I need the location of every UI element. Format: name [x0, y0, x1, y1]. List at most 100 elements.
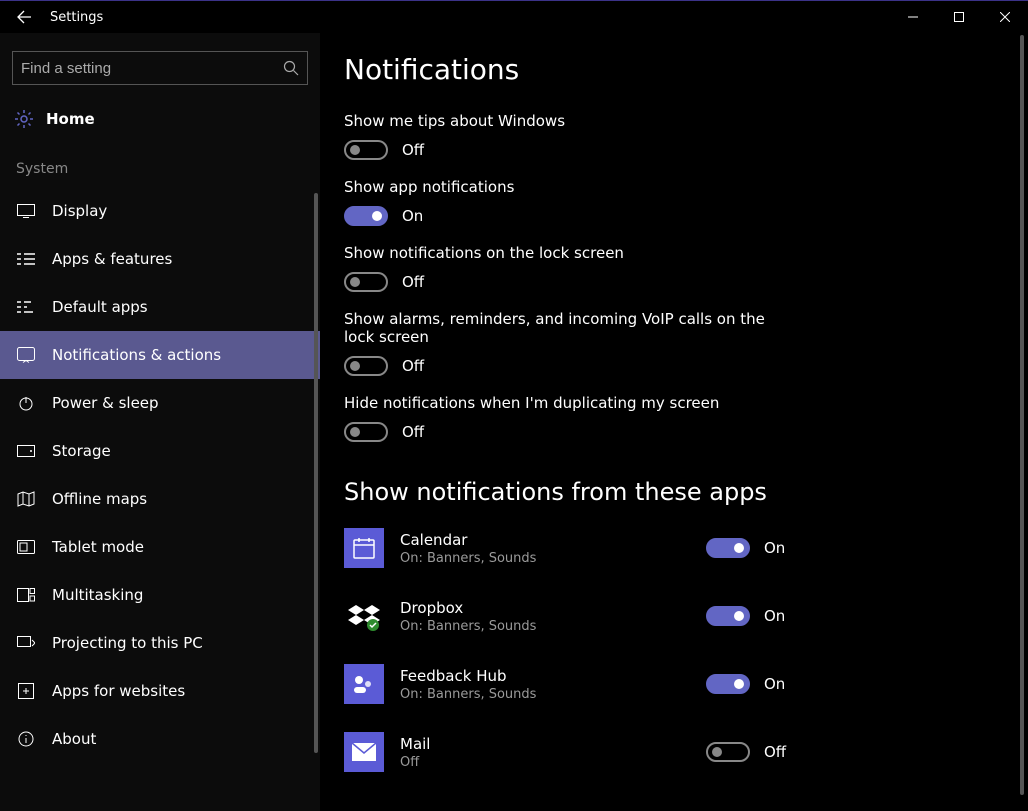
sidebar-item-label: Default apps: [52, 298, 148, 316]
setting-hide-duplicating: Hide notifications when I'm duplicating …: [344, 394, 988, 442]
sidebar-item-power-sleep[interactable]: Power & sleep: [0, 379, 320, 427]
sidebar-item-label: Projecting to this PC: [52, 634, 203, 652]
apps-features-icon: [16, 252, 36, 266]
gear-icon: [14, 109, 34, 129]
toggle-state: On: [764, 675, 785, 693]
sidebar-item-label: Apps for websites: [52, 682, 185, 700]
toggle-state: On: [764, 607, 785, 625]
toggle-state: Off: [402, 357, 424, 375]
search-box[interactable]: [12, 51, 308, 85]
arrow-left-icon: [16, 9, 32, 25]
dropbox-icon: [344, 596, 384, 636]
minimize-icon: [908, 12, 918, 22]
toggle-app-notifications[interactable]: [344, 206, 388, 226]
setting-label: Show app notifications: [344, 178, 774, 196]
maximize-button[interactable]: [936, 1, 982, 33]
main-panel: Notifications Show me tips about Windows…: [320, 33, 1028, 811]
minimize-button[interactable]: [890, 1, 936, 33]
toggle-state: Off: [402, 273, 424, 291]
sidebar: Home System Display Apps & features Defa…: [0, 33, 320, 811]
setting-label: Hide notifications when I'm duplicating …: [344, 394, 774, 412]
toggle-lock-screen[interactable]: [344, 272, 388, 292]
apps-websites-icon: [16, 683, 36, 699]
setting-tips: Show me tips about Windows Off: [344, 112, 988, 160]
main-scrollbar[interactable]: [1020, 35, 1024, 795]
app-sub: Off: [400, 755, 690, 770]
app-item-mail[interactable]: Mail Off Off: [344, 732, 988, 772]
close-icon: [1000, 12, 1010, 22]
mail-icon: [344, 732, 384, 772]
default-apps-icon: [16, 300, 36, 314]
app-name: Calendar: [400, 531, 690, 549]
app-sub: On: Banners, Sounds: [400, 551, 690, 566]
sidebar-item-apps-features[interactable]: Apps & features: [0, 235, 320, 283]
toggle-state: Off: [764, 743, 786, 761]
sidebar-item-projecting[interactable]: Projecting to this PC: [0, 619, 320, 667]
sidebar-item-offline-maps[interactable]: Offline maps: [0, 475, 320, 523]
toggle-state: Off: [402, 423, 424, 441]
title-bar: Settings: [0, 1, 1028, 33]
display-icon: [16, 204, 36, 218]
app-item-dropbox[interactable]: Dropbox On: Banners, Sounds On: [344, 596, 988, 636]
section-label: System: [0, 141, 320, 187]
sidebar-item-label: Offline maps: [52, 490, 147, 508]
toggle-tips[interactable]: [344, 140, 388, 160]
app-name: Mail: [400, 735, 690, 753]
app-name: Feedback Hub: [400, 667, 690, 685]
setting-label: Show notifications on the lock screen: [344, 244, 774, 262]
setting-label: Show alarms, reminders, and incoming VoI…: [344, 310, 774, 346]
projecting-icon: [16, 636, 36, 650]
power-icon: [16, 395, 36, 411]
sidebar-scrollbar[interactable]: [314, 193, 318, 753]
storage-icon: [16, 445, 36, 457]
sidebar-item-display[interactable]: Display: [0, 187, 320, 235]
sidebar-item-label: Apps & features: [52, 250, 172, 268]
notifications-icon: [16, 347, 36, 363]
feedback-hub-icon: [344, 664, 384, 704]
nav-home-label: Home: [46, 110, 95, 128]
app-sub: On: Banners, Sounds: [400, 687, 690, 702]
sidebar-item-label: Tablet mode: [52, 538, 144, 556]
sidebar-item-default-apps[interactable]: Default apps: [0, 283, 320, 331]
sidebar-item-notifications[interactable]: Notifications & actions: [0, 331, 320, 379]
sidebar-item-label: Storage: [52, 442, 111, 460]
sidebar-item-label: Notifications & actions: [52, 346, 221, 364]
window-title: Settings: [48, 10, 103, 25]
setting-lock-screen: Show notifications on the lock screen Of…: [344, 244, 988, 292]
sidebar-item-multitasking[interactable]: Multitasking: [0, 571, 320, 619]
toggle-app-feedback-hub[interactable]: [706, 674, 750, 694]
sidebar-item-tablet-mode[interactable]: Tablet mode: [0, 523, 320, 571]
sidebar-item-apps-websites[interactable]: Apps for websites: [0, 667, 320, 715]
app-name: Dropbox: [400, 599, 690, 617]
sidebar-item-about[interactable]: About: [0, 715, 320, 763]
sidebar-item-label: About: [52, 730, 96, 748]
close-button[interactable]: [982, 1, 1028, 33]
maximize-icon: [954, 12, 964, 22]
page-heading: Notifications: [344, 53, 988, 86]
sidebar-item-label: Power & sleep: [52, 394, 159, 412]
toggle-alarms-lock[interactable]: [344, 356, 388, 376]
toggle-hide-duplicating[interactable]: [344, 422, 388, 442]
toggle-app-dropbox[interactable]: [706, 606, 750, 626]
app-item-feedback-hub[interactable]: Feedback Hub On: Banners, Sounds On: [344, 664, 988, 704]
sidebar-item-storage[interactable]: Storage: [0, 427, 320, 475]
multitasking-icon: [16, 588, 36, 602]
apps-heading: Show notifications from these apps: [344, 478, 988, 506]
sidebar-item-label: Display: [52, 202, 107, 220]
app-sub: On: Banners, Sounds: [400, 619, 690, 634]
toggle-app-mail[interactable]: [706, 742, 750, 762]
setting-label: Show me tips about Windows: [344, 112, 774, 130]
setting-app-notifications: Show app notifications On: [344, 178, 988, 226]
app-item-calendar[interactable]: Calendar On: Banners, Sounds On: [344, 528, 988, 568]
search-icon: [283, 60, 299, 76]
toggle-state: On: [402, 207, 423, 225]
back-button[interactable]: [0, 1, 48, 33]
nav-home[interactable]: Home: [0, 97, 320, 141]
toggle-state: On: [764, 539, 785, 557]
toggle-app-calendar[interactable]: [706, 538, 750, 558]
toggle-state: Off: [402, 141, 424, 159]
search-input[interactable]: [21, 60, 283, 77]
sidebar-item-label: Multitasking: [52, 586, 143, 604]
map-icon: [16, 491, 36, 507]
setting-alarms-lock: Show alarms, reminders, and incoming VoI…: [344, 310, 988, 376]
